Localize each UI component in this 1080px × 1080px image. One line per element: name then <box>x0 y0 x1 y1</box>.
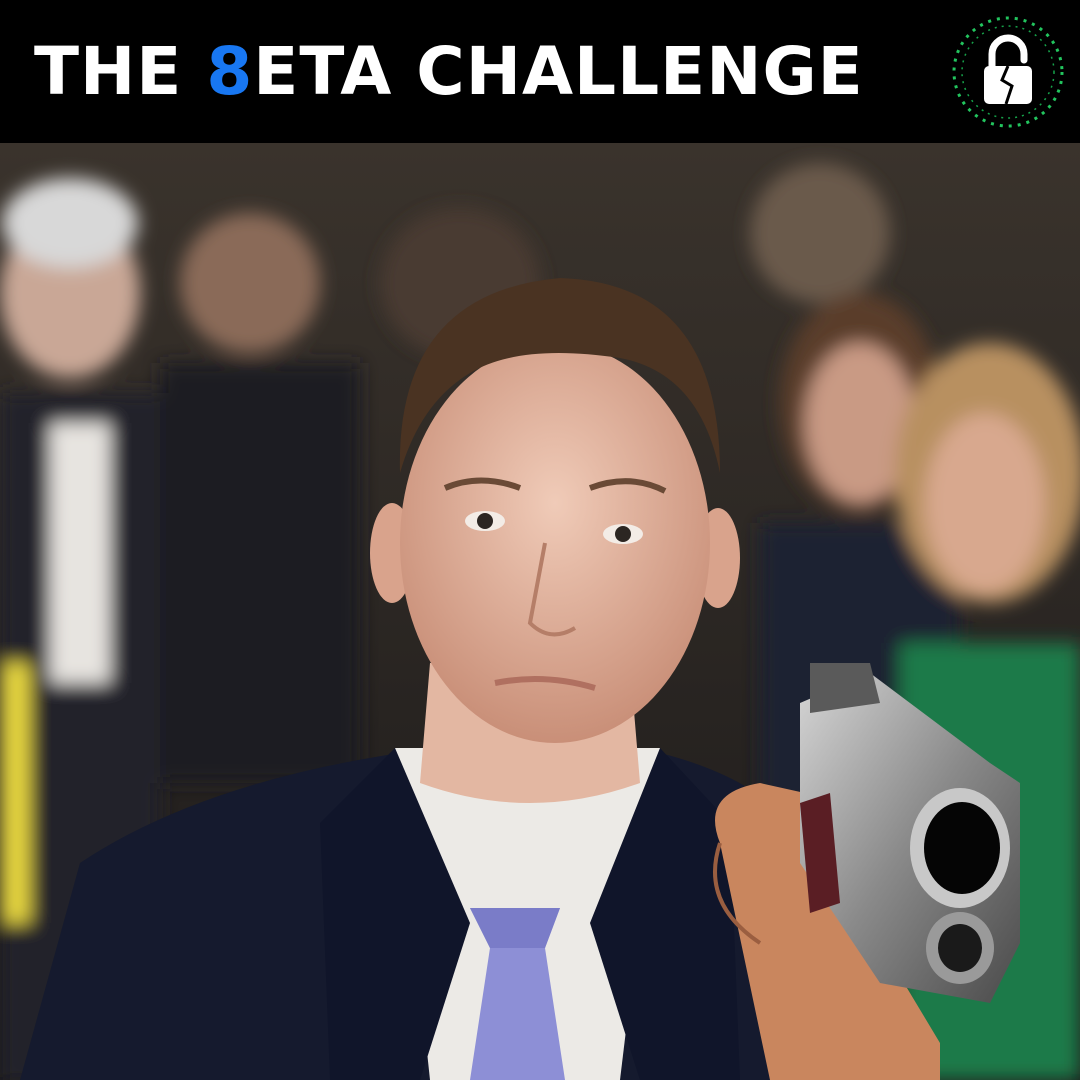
title-suffix: ETA CHALLENGE <box>253 33 864 110</box>
broken-lock-icon <box>944 8 1072 136</box>
title-prefix: THE <box>34 33 207 110</box>
header-banner: THE 8ETA CHALLENGE <box>0 0 1080 143</box>
title-accent: 8 <box>206 33 254 110</box>
title: THE 8ETA CHALLENGE <box>34 30 864 114</box>
photo <box>0 143 1080 1080</box>
